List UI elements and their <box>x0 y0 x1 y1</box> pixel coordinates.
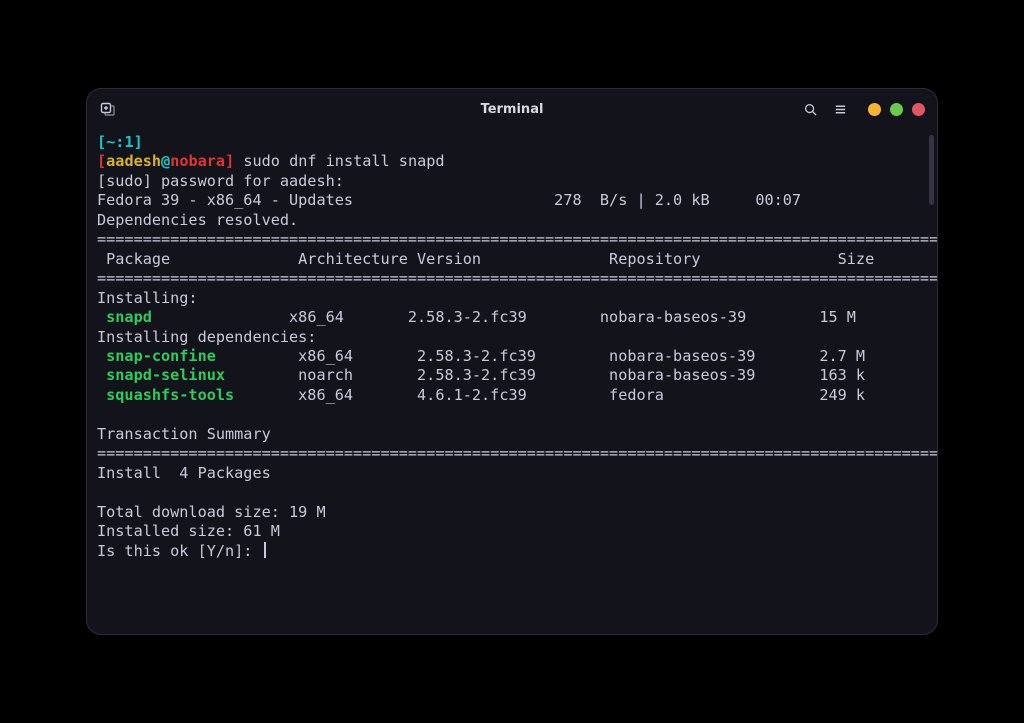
prompt-cwd: ~:1 <box>106 133 133 151</box>
rule-1: ========================================… <box>97 230 937 248</box>
prompt-user: aadesh <box>106 152 161 170</box>
rule-2: ========================================… <box>97 269 937 287</box>
rule-3: ========================================… <box>97 444 937 462</box>
pkg-snap-confine-cols: x86_64 2.58.3-2.fc39 nobara-baseos-39 2.… <box>216 347 865 365</box>
prompt-cwd-open: [ <box>97 133 106 151</box>
install-count: Install 4 Packages <box>97 464 271 482</box>
terminal-viewport[interactable]: [~:1] [aadesh@nobara] sudo dnf install s… <box>87 129 937 634</box>
pkg-snapd-cols: x86_64 2.58.3-2.fc39 nobara-baseos-39 15… <box>152 308 856 326</box>
menu-icon[interactable] <box>832 101 848 117</box>
new-tab-icon[interactable] <box>99 101 115 117</box>
command-text: sudo dnf install snapd <box>243 152 444 170</box>
prompt-host: nobara <box>170 152 225 170</box>
download-size: Total download size: 19 M <box>97 503 326 521</box>
installing-deps-label: Installing dependencies: <box>97 328 316 346</box>
pkg-snap-confine-name: snap-confine <box>97 347 216 365</box>
table-header: Package Architecture Version Repository … <box>97 250 874 268</box>
prompt-at: @ <box>161 152 170 170</box>
pkg-squashfs-tools-cols: x86_64 4.6.1-2.fc39 fedora 249 k <box>234 386 865 404</box>
pkg-snapd-name: snapd <box>97 308 152 326</box>
pkg-snapd-selinux-cols: noarch 2.58.3-2.fc39 nobara-baseos-39 16… <box>225 366 865 384</box>
terminal-window: Terminal [~:1] [aadesh@nobara] sudo dnf … <box>87 89 937 634</box>
tx-summary-label: Transaction Summary <box>97 425 271 443</box>
repo-line: Fedora 39 - x86_64 - Updates 278 B/s | 2… <box>97 191 801 209</box>
sudo-line: [sudo] password for aadesh: <box>97 172 344 190</box>
close-button[interactable] <box>912 103 925 116</box>
window-controls <box>868 103 925 116</box>
pkg-squashfs-tools-name: squashfs-tools <box>97 386 234 404</box>
deps-line: Dependencies resolved. <box>97 211 298 229</box>
prompt-open: [ <box>97 152 106 170</box>
scrollbar-thumb[interactable] <box>929 135 934 205</box>
minimize-button[interactable] <box>868 103 881 116</box>
pkg-snapd-selinux-name: snapd-selinux <box>97 366 225 384</box>
cursor[interactable] <box>264 542 266 558</box>
prompt-cwd-close: ] <box>134 133 143 151</box>
confirm-prompt: Is this ok [Y/n]: <box>97 542 262 560</box>
installed-size: Installed size: 61 M <box>97 522 280 540</box>
maximize-button[interactable] <box>890 103 903 116</box>
titlebar: Terminal <box>87 89 937 129</box>
prompt-close: ] <box>225 152 243 170</box>
terminal-output: [~:1] [aadesh@nobara] sudo dnf install s… <box>97 133 927 561</box>
installing-label: Installing: <box>97 289 198 307</box>
search-icon[interactable] <box>802 101 818 117</box>
